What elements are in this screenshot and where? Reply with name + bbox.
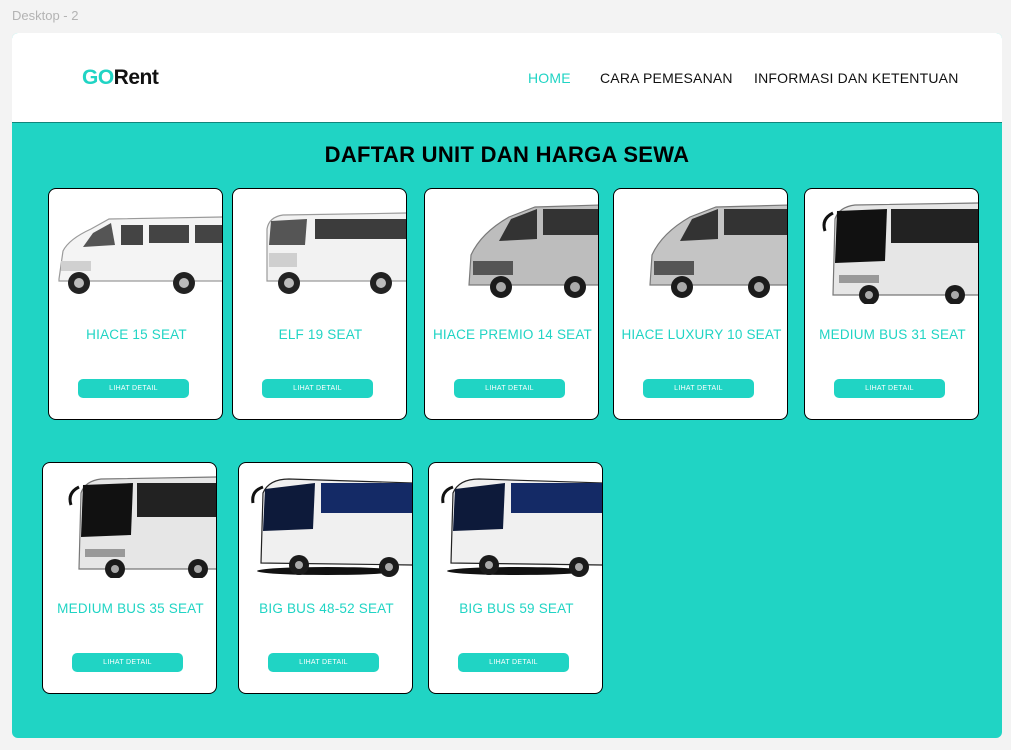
unit-card: BIG BUS 48-52 SEAT LIHAT DETAIL [238, 462, 413, 694]
lihat-detail-button[interactable]: LIHAT DETAIL [458, 653, 569, 672]
unit-name: HIACE LUXURY 10 SEAT [621, 327, 782, 342]
lihat-detail-button[interactable]: LIHAT DETAIL [268, 653, 379, 672]
logo[interactable]: GORent [82, 66, 159, 90]
van-image [233, 199, 406, 304]
unit-name: BIG BUS 48-52 SEAT [259, 601, 394, 616]
van-image [614, 199, 787, 304]
unit-name: MEDIUM BUS 35 SEAT [57, 601, 204, 616]
unit-name: BIG BUS 59 SEAT [459, 601, 574, 616]
lihat-detail-button[interactable]: LIHAT DETAIL [262, 379, 373, 398]
lihat-detail-button[interactable]: LIHAT DETAIL [834, 379, 945, 398]
nav-cara-pemesanan[interactable]: CARA PEMESANAN [600, 70, 733, 86]
unit-card: MEDIUM BUS 35 SEAT LIHAT DETAIL [42, 462, 217, 694]
page-canvas: GORent HOME CARA PEMESANAN INFORMASI DAN… [12, 33, 1002, 738]
minibus-image [49, 199, 222, 304]
nav-informasi-ketentuan[interactable]: INFORMASI DAN KETENTUAN [754, 70, 959, 86]
section-title: DAFTAR UNIT DAN HARGA SEWA [324, 142, 690, 167]
bus-image [429, 473, 602, 578]
header: GORent HOME CARA PEMESANAN INFORMASI DAN… [12, 33, 1002, 123]
lihat-detail-button[interactable]: LIHAT DETAIL [72, 653, 183, 672]
unit-name: MEDIUM BUS 31 SEAT [819, 327, 966, 342]
frame-label: Desktop - 2 [12, 8, 79, 23]
unit-name: HIACE PREMIO 14 SEAT [432, 327, 593, 342]
unit-card: HIACE 15 SEAT LIHAT DETAIL [48, 188, 223, 420]
logo-rent: Rent [113, 66, 159, 89]
nav-home[interactable]: HOME [528, 70, 571, 86]
lihat-detail-button[interactable]: LIHAT DETAIL [78, 379, 189, 398]
lihat-detail-button[interactable]: LIHAT DETAIL [454, 379, 565, 398]
logo-go: GO [82, 66, 114, 89]
van-image [425, 199, 598, 304]
bus-image [805, 199, 978, 304]
unit-card: ELF 19 SEAT LIHAT DETAIL [232, 188, 407, 420]
lihat-detail-button[interactable]: LIHAT DETAIL [643, 379, 754, 398]
bus-image [43, 473, 216, 578]
unit-card: HIACE LUXURY 10 SEAT LIHAT DETAIL [613, 188, 788, 420]
unit-card: MEDIUM BUS 31 SEAT LIHAT DETAIL [804, 188, 979, 420]
bus-image [239, 473, 412, 578]
unit-name: ELF 19 SEAT [278, 327, 363, 342]
unit-card: BIG BUS 59 SEAT LIHAT DETAIL [428, 462, 603, 694]
unit-card: HIACE PREMIO 14 SEAT LIHAT DETAIL [424, 188, 599, 420]
unit-name: HIACE 15 SEAT [86, 327, 187, 342]
